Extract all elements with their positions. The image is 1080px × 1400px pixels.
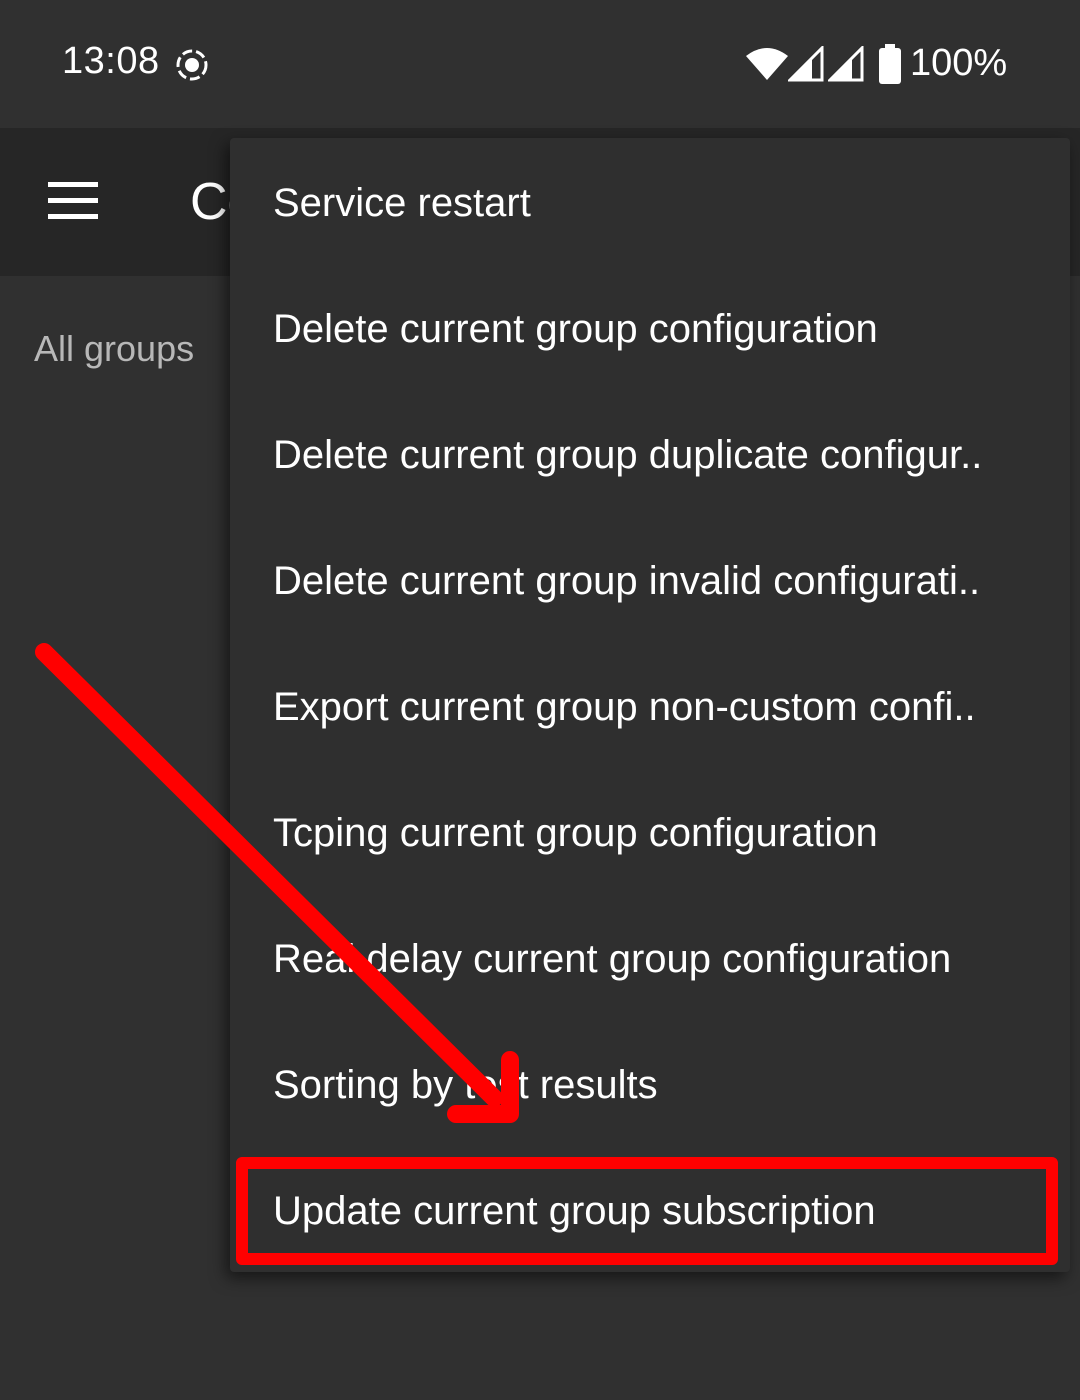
- menu-item-sort-by-results[interactable]: Sorting by test results: [230, 1022, 1070, 1148]
- tab-all-groups[interactable]: All groups: [34, 328, 194, 370]
- wifi-icon: [746, 48, 788, 80]
- screen-record-icon: [176, 49, 208, 81]
- battery-icon: [879, 44, 901, 84]
- battery-percentage: 100%: [910, 42, 1008, 84]
- overflow-menu: Service restart Delete current group con…: [230, 138, 1070, 1272]
- status-time: 13:08: [62, 40, 160, 82]
- status-bar: 13:08 100%: [0, 0, 1080, 128]
- menu-item-delete-duplicate-config[interactable]: Delete current group duplicate configur.…: [230, 392, 1070, 518]
- menu-item-tcping-config[interactable]: Tcping current group configuration: [230, 770, 1070, 896]
- menu-item-delete-group-config[interactable]: Delete current group configuration: [230, 266, 1070, 392]
- hamburger-menu-icon[interactable]: [46, 180, 100, 222]
- signal-icon: [788, 46, 824, 82]
- signal-icon: [828, 46, 864, 82]
- menu-item-export-config[interactable]: Export current group non-custom confi..: [230, 644, 1070, 770]
- menu-item-update-subscription[interactable]: Update current group subscription: [230, 1148, 1070, 1274]
- menu-item-delete-invalid-config[interactable]: Delete current group invalid configurati…: [230, 518, 1070, 644]
- menu-item-service-restart[interactable]: Service restart: [230, 140, 1070, 266]
- menu-item-real-delay-config[interactable]: Real delay current group configuration: [230, 896, 1070, 1022]
